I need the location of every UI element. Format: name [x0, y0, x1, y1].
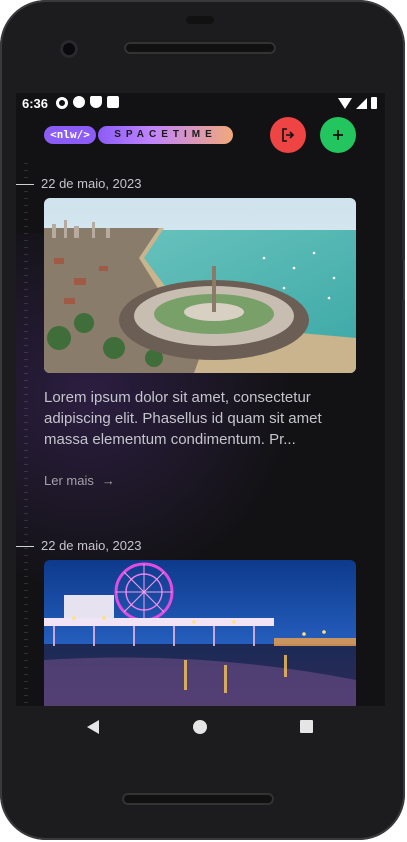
phone-frame: 6:36 <nlw/> SPACETIME 22 de maio, 2023 L… [0, 0, 405, 840]
timeline-tick [16, 184, 34, 185]
wifi-icon [338, 98, 352, 109]
timeline-tick [16, 546, 34, 547]
memory-image[interactable] [44, 560, 356, 706]
bottom-speaker [122, 793, 274, 805]
memory-date-row: 22 de maio, 2023 [16, 537, 385, 557]
volume-button [402, 200, 405, 260]
status-bar: 6:36 [16, 93, 385, 113]
read-more-link[interactable]: Ler mais → [44, 473, 115, 488]
new-memory-button[interactable] [320, 117, 356, 153]
status-time: 6:36 [22, 96, 49, 111]
nlw-logo: <nlw/> [44, 126, 96, 144]
back-icon[interactable] [87, 720, 99, 734]
logout-icon [282, 128, 295, 142]
read-more-label: Ler mais [44, 473, 94, 488]
status-icons-right [338, 97, 377, 109]
logout-button[interactable] [270, 117, 306, 153]
sensor [186, 16, 214, 24]
app-header: <nlw/> SPACETIME [16, 113, 385, 157]
memory-date-row: 22 de maio, 2023 [16, 175, 385, 195]
memory-date: 22 de maio, 2023 [41, 538, 142, 553]
shield-icon [90, 96, 102, 108]
status-icons-left [56, 96, 119, 109]
spacetime-logo: SPACETIME [98, 126, 233, 144]
memory-image[interactable] [44, 198, 356, 373]
home-icon[interactable] [193, 720, 207, 734]
memory-card: 22 de maio, 2023 [16, 175, 385, 515]
memory-card: 22 de maio, 2023 [16, 537, 385, 706]
battery-icon [371, 97, 377, 109]
memory-excerpt: Lorem ipsum dolor sit amet, consectetur … [44, 389, 322, 448]
system-nav-bar [16, 706, 385, 750]
sd-card-icon [107, 96, 119, 108]
beach-city-aerial-photo [44, 198, 356, 373]
app-screen: 6:36 <nlw/> SPACETIME 22 de maio, 2023 L… [16, 93, 385, 706]
plus-icon [333, 130, 343, 140]
a-icon [73, 96, 85, 108]
gear-icon [56, 97, 68, 109]
memory-date: 22 de maio, 2023 [41, 176, 142, 191]
earpiece-speaker [124, 42, 276, 54]
arrow-right-icon: → [101, 473, 115, 488]
power-button [402, 300, 405, 400]
front-camera [60, 40, 78, 58]
signal-icon [356, 98, 367, 109]
pier-ferris-wheel-night-photo [44, 560, 356, 706]
recent-apps-icon[interactable] [300, 720, 313, 733]
